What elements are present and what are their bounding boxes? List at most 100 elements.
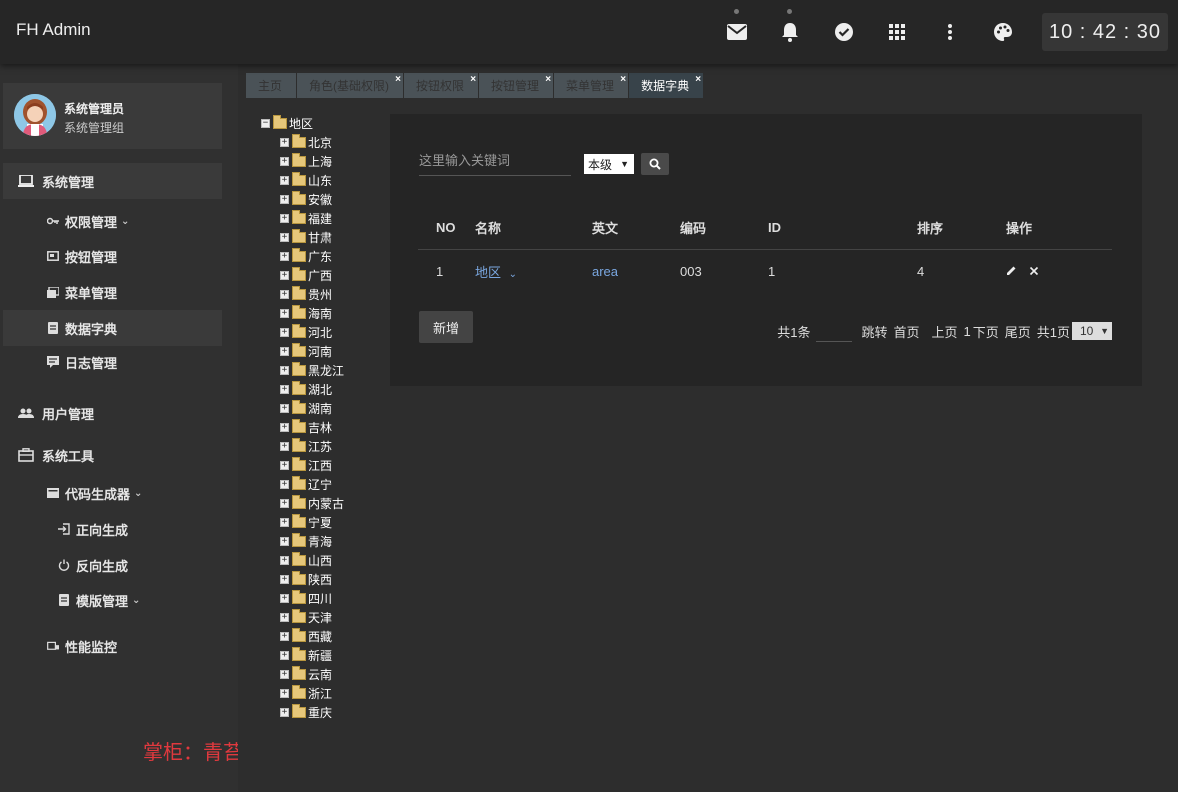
tree-node[interactable]: + 天津 — [280, 608, 344, 627]
expand-icon[interactable]: + — [280, 594, 289, 603]
pager-last[interactable]: 尾页 — [1005, 322, 1031, 341]
expand-icon[interactable]: + — [280, 214, 289, 223]
tree-node[interactable]: + 广东 — [280, 247, 344, 266]
sidebar-item-reverse-generation[interactable]: 反向生成 — [3, 547, 222, 583]
tree-node[interactable]: + 湖北 — [280, 380, 344, 399]
collapse-icon[interactable]: − — [261, 119, 270, 128]
tree-node[interactable]: + 浙江 — [280, 684, 344, 703]
tab-home[interactable]: 主页 — [246, 73, 297, 98]
check-circle-icon[interactable] — [832, 20, 856, 44]
expand-icon[interactable]: + — [280, 309, 289, 318]
expand-icon[interactable]: + — [280, 632, 289, 641]
tree-node[interactable]: + 陕西 — [280, 570, 344, 589]
tree-node[interactable]: + 北京 — [280, 133, 344, 152]
pager-jump[interactable]: 跳转 — [861, 322, 887, 341]
expand-icon[interactable]: + — [280, 670, 289, 679]
expand-icon[interactable]: + — [280, 708, 289, 717]
expand-icon[interactable]: + — [280, 290, 289, 299]
expand-icon[interactable]: + — [280, 537, 289, 546]
sidebar-item-log-management[interactable]: 日志管理 — [3, 344, 222, 380]
page-size-select[interactable]: 10 ▼ — [1072, 322, 1112, 340]
expand-icon[interactable]: + — [280, 480, 289, 489]
close-icon[interactable]: × — [470, 74, 476, 85]
tree-node[interactable]: + 甘肃 — [280, 228, 344, 247]
tree-node[interactable]: + 湖南 — [280, 399, 344, 418]
palette-icon[interactable] — [991, 20, 1015, 44]
tab-button-permission[interactable]: 按钮权限 × — [404, 73, 479, 98]
pager-next[interactable]: 下页 — [973, 322, 999, 341]
tab-data-dictionary[interactable]: 数据字典 × — [629, 73, 704, 98]
tab-button-management[interactable]: 按钮管理 × — [479, 73, 554, 98]
sidebar-item-template-management[interactable]: 模版管理 ⌄ — [3, 582, 222, 618]
sidebar-item-permission-management[interactable]: 权限管理 ⌄ — [3, 203, 222, 239]
sidebar-item-forward-generation[interactable]: 正向生成 — [3, 511, 222, 547]
cell-name[interactable]: 地区 ⌄ — [475, 249, 592, 293]
expand-icon[interactable]: + — [280, 366, 289, 375]
expand-icon[interactable]: + — [280, 385, 289, 394]
expand-icon[interactable]: + — [280, 138, 289, 147]
expand-icon[interactable]: + — [280, 442, 289, 451]
tree-node[interactable]: + 福建 — [280, 209, 344, 228]
tree-node[interactable]: + 安徽 — [280, 190, 344, 209]
name-link[interactable]: 地区 — [475, 265, 501, 280]
close-icon[interactable]: × — [620, 74, 626, 85]
tree-root-node[interactable]: − 地区 — [261, 114, 344, 133]
tree-node[interactable]: + 云南 — [280, 665, 344, 684]
tab-role[interactable]: 角色(基础权限) × — [297, 73, 404, 98]
close-icon[interactable]: × — [395, 74, 401, 85]
more-vertical-icon[interactable] — [938, 20, 962, 44]
expand-icon[interactable]: + — [280, 423, 289, 432]
tree-node[interactable]: + 辽宁 — [280, 475, 344, 494]
expand-icon[interactable]: + — [280, 518, 289, 527]
expand-icon[interactable]: + — [280, 404, 289, 413]
pager-prev[interactable]: 上页 — [931, 322, 957, 341]
tree-node[interactable]: + 新疆 — [280, 646, 344, 665]
sidebar-item-menu-management[interactable]: 菜单管理 — [3, 274, 222, 310]
expand-icon[interactable]: + — [280, 499, 289, 508]
expand-icon[interactable]: + — [280, 613, 289, 622]
sidebar-item-user-management[interactable]: 用户管理 — [3, 395, 222, 431]
sidebar-item-system-tools[interactable]: 系统工具 — [3, 437, 222, 473]
search-input[interactable] — [419, 146, 571, 176]
add-button[interactable]: 新增 — [419, 311, 473, 343]
sidebar-item-button-management[interactable]: 按钮管理 — [3, 238, 222, 274]
tree-node[interactable]: + 吉林 — [280, 418, 344, 437]
tree-node[interactable]: + 江苏 — [280, 437, 344, 456]
expand-icon[interactable]: + — [280, 271, 289, 280]
tree-node[interactable]: + 河北 — [280, 323, 344, 342]
level-select[interactable]: 本级 ▼ — [584, 154, 634, 174]
tree-node[interactable]: + 海南 — [280, 304, 344, 323]
expand-icon[interactable]: + — [280, 347, 289, 356]
sidebar-item-data-dictionary[interactable]: 数据字典 — [3, 310, 222, 346]
bell-icon[interactable] — [778, 9, 802, 44]
english-link[interactable]: area — [592, 264, 618, 279]
expand-icon[interactable]: + — [280, 157, 289, 166]
expand-icon[interactable]: + — [280, 195, 289, 204]
expand-icon[interactable]: + — [280, 252, 289, 261]
tree-node[interactable]: + 山西 — [280, 551, 344, 570]
close-icon[interactable]: × — [545, 74, 551, 85]
grid-apps-icon[interactable] — [885, 20, 909, 44]
mail-icon[interactable] — [725, 9, 749, 44]
expand-icon[interactable]: + — [280, 689, 289, 698]
chevron-down-icon[interactable]: ⌄ — [509, 269, 517, 280]
user-card[interactable]: 系统管理员 系统管理组 — [3, 83, 222, 149]
expand-icon[interactable]: + — [280, 461, 289, 470]
tree-node[interactable]: + 河南 — [280, 342, 344, 361]
search-button[interactable] — [641, 153, 669, 175]
tree-node[interactable]: + 重庆 — [280, 703, 344, 722]
tab-menu-management[interactable]: 菜单管理 × — [554, 73, 629, 98]
sidebar-item-code-generator[interactable]: 代码生成器 ⌄ — [3, 475, 222, 511]
tree-node[interactable]: + 四川 — [280, 589, 344, 608]
tree-node[interactable]: + 内蒙古 — [280, 494, 344, 513]
tree-node[interactable]: + 山东 — [280, 171, 344, 190]
expand-icon[interactable]: + — [280, 328, 289, 337]
delete-icon[interactable] — [1029, 264, 1039, 279]
expand-icon[interactable]: + — [280, 233, 289, 242]
expand-icon[interactable]: + — [280, 651, 289, 660]
tree-node[interactable]: + 宁夏 — [280, 513, 344, 532]
tree-node[interactable]: + 黑龙江 — [280, 361, 344, 380]
close-icon[interactable]: × — [695, 74, 701, 85]
tree-node[interactable]: + 上海 — [280, 152, 344, 171]
expand-icon[interactable]: + — [280, 176, 289, 185]
